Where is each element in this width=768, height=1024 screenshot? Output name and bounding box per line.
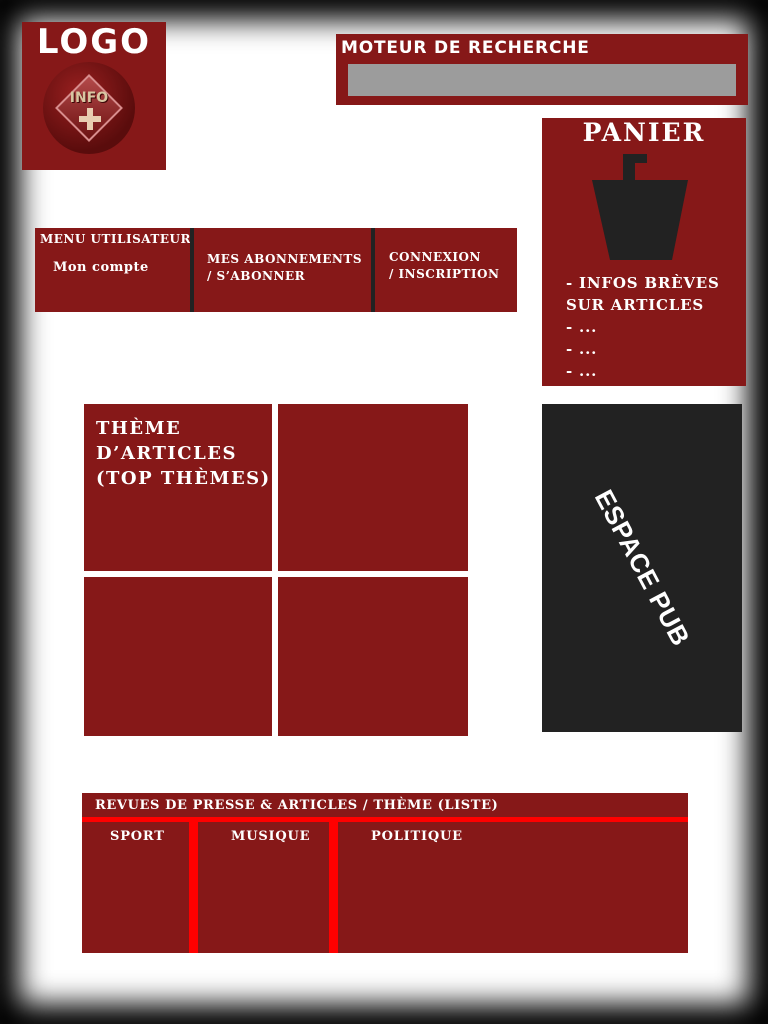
- register-link[interactable]: / INSCRIPTION: [389, 267, 499, 281]
- theme-tile-line: D’ARTICLES: [96, 443, 237, 464]
- logo-badge-text: INFO: [69, 90, 109, 106]
- search-title: MOTEUR DE RECHERCHE: [341, 38, 590, 58]
- press-reviews: REVUES DE PRESSE & ARTICLES / THÈME (LIS…: [82, 793, 688, 953]
- cart-info-line: - ...: [566, 318, 598, 336]
- theme-tile-line: (TOP THÈMES): [96, 468, 271, 489]
- user-menu: MENU UTILISATEUR Mon compte MES ABONNEME…: [35, 228, 517, 312]
- my-account-link[interactable]: Mon compte: [53, 260, 149, 275]
- cart-title: PANIER: [582, 118, 706, 147]
- press-divider: [82, 817, 688, 822]
- cart-info-list: - INFOS BRÈVES SUR ARTICLES - ... - ... …: [566, 272, 720, 382]
- category-sport[interactable]: SPORT: [110, 829, 165, 844]
- category-divider: [329, 822, 338, 953]
- login-link[interactable]: CONNEXION: [389, 250, 481, 264]
- ad-space[interactable]: ESPACE PUB: [542, 404, 742, 732]
- theme-tile[interactable]: THÈME D’ARTICLES (TOP THÈMES): [84, 404, 272, 571]
- cart-bag-icon: [592, 154, 688, 260]
- cart-info-line: SUR ARTICLES: [566, 296, 704, 314]
- cart-info-line: - ...: [566, 340, 598, 358]
- search-panel: MOTEUR DE RECHERCHE: [336, 34, 748, 105]
- theme-tile-line: THÈME: [96, 418, 182, 439]
- subscriptions-link[interactable]: MES ABONNEMENTS: [207, 252, 362, 266]
- category-politics[interactable]: POLITIQUE: [371, 829, 463, 844]
- logo[interactable]: LOGO INFO: [22, 22, 166, 170]
- subscribe-link[interactable]: / S’ABONNER: [207, 269, 305, 283]
- theme-tile[interactable]: [278, 404, 468, 571]
- logo-title: LOGO: [36, 22, 152, 62]
- page: LOGO INFO MOTEUR DE RECHERCHE PANIER - I…: [0, 0, 768, 1024]
- press-title: REVUES DE PRESSE & ARTICLES / THÈME (LIS…: [95, 798, 499, 813]
- theme-tile[interactable]: [278, 577, 468, 736]
- cart-info-line: - ...: [566, 362, 598, 380]
- search-input[interactable]: [348, 64, 736, 96]
- plus-icon: [79, 108, 101, 130]
- category-music[interactable]: MUSIQUE: [231, 829, 310, 844]
- logo-badge-icon: INFO: [43, 62, 135, 154]
- user-menu-subscriptions[interactable]: MES ABONNEMENTS / S’ABONNER: [194, 228, 371, 312]
- user-menu-title: MENU UTILISATEUR: [40, 232, 191, 246]
- category-divider: [189, 822, 198, 953]
- user-menu-login[interactable]: CONNEXION / INSCRIPTION: [375, 228, 517, 312]
- theme-tile[interactable]: [84, 577, 272, 736]
- cart-info-line: - INFOS BRÈVES: [566, 274, 720, 292]
- user-menu-account[interactable]: MENU UTILISATEUR Mon compte: [35, 228, 190, 312]
- ad-label: ESPACE PUB: [588, 484, 697, 651]
- theme-tile-label: THÈME D’ARTICLES (TOP THÈMES): [96, 416, 271, 491]
- cart-panel[interactable]: PANIER - INFOS BRÈVES SUR ARTICLES - ...…: [542, 118, 746, 386]
